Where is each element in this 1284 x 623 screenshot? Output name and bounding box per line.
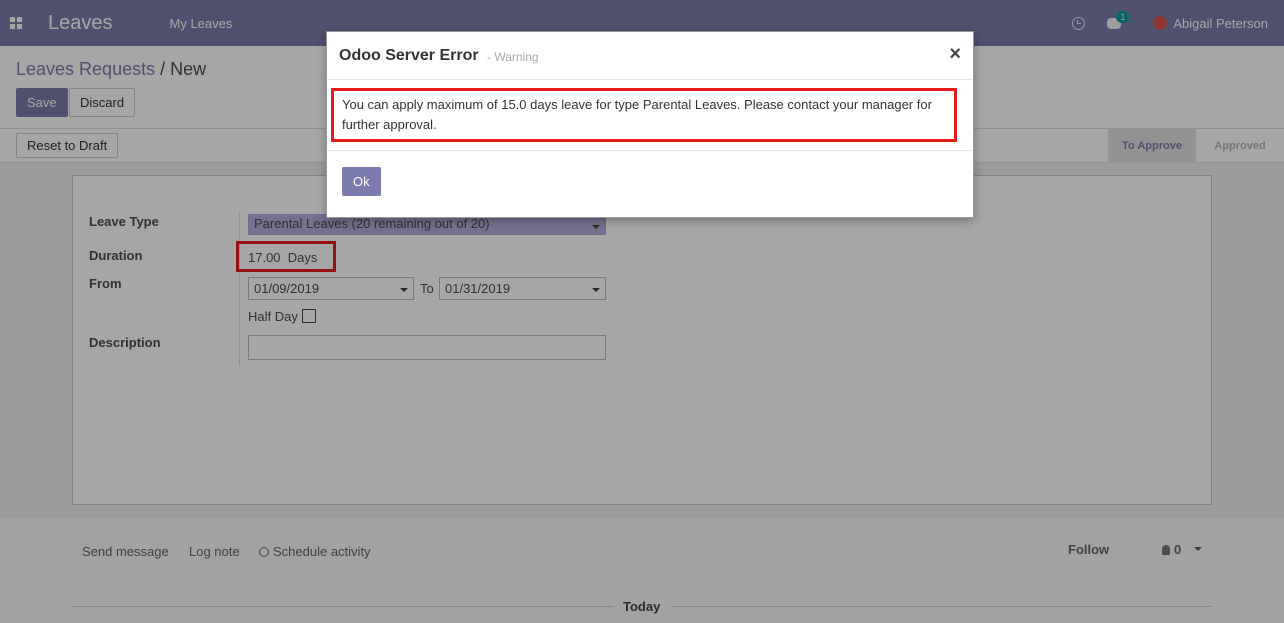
close-icon[interactable]: × bbox=[949, 43, 961, 66]
dialog-header: Odoo Server Error - Warning × bbox=[327, 32, 973, 80]
dialog-subtitle: - Warning bbox=[487, 50, 539, 64]
ok-button[interactable]: Ok bbox=[342, 167, 381, 196]
error-dialog: Odoo Server Error - Warning × You can ap… bbox=[326, 31, 974, 218]
dialog-footer: Ok bbox=[327, 150, 973, 218]
dialog-message: You can apply maximum of 15.0 days leave… bbox=[342, 97, 932, 132]
dialog-title: Odoo Server Error bbox=[339, 47, 479, 64]
